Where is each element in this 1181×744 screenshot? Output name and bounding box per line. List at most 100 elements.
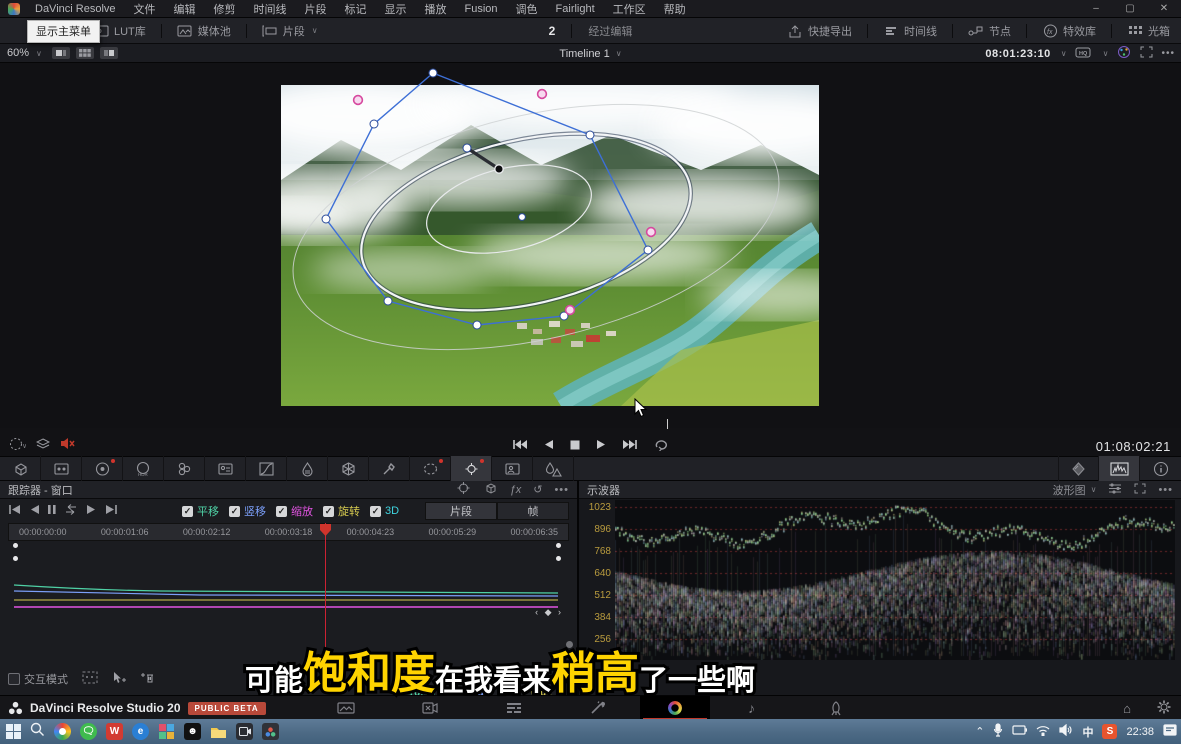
scope-settings-icon[interactable] [1108, 482, 1122, 497]
page-fairlight[interactable]: ♪ [710, 696, 794, 720]
clip-selector-button[interactable]: 片段 ∨ [255, 18, 325, 44]
notification-icon[interactable] [1163, 724, 1177, 739]
keyframes-icon[interactable] [1058, 456, 1099, 481]
davinci-taskbar-icon[interactable] [262, 723, 279, 740]
menu-playback[interactable]: 播放 [416, 0, 456, 18]
minimize-button[interactable]: – [1079, 0, 1113, 18]
keyframe-dot[interactable] [13, 543, 18, 548]
search-icon[interactable] [30, 722, 45, 742]
wechat-icon[interactable]: 🗨 [80, 723, 97, 740]
checkbox-pan[interactable]: ✓平移 [182, 503, 219, 519]
panel-scrollbar-dot[interactable] [566, 641, 573, 648]
go-to-start-icon[interactable] [512, 439, 528, 453]
track-to-start-icon[interactable] [8, 504, 22, 518]
effects-library-button[interactable]: fx 特效库 [1035, 18, 1103, 44]
page-media[interactable] [304, 696, 388, 720]
file-explorer-icon[interactable] [210, 723, 227, 740]
blur-icon[interactable] [533, 456, 574, 481]
tracker-graph[interactable]: ‹ ◆ › 10.10 28.25 0.96 0.01 [0, 541, 577, 662]
more-options-icon[interactable]: ••• [1161, 48, 1175, 59]
tracker-ruler[interactable]: 00:00:00:00 00:00:01:06 00:00:02:12 00:0… [8, 523, 569, 541]
menu-fairlight[interactable]: Fairlight [547, 0, 604, 18]
power-window-overlay[interactable] [281, 67, 819, 397]
play-icon[interactable] [596, 439, 606, 453]
proxy-quality-icon[interactable]: HQ [1075, 46, 1093, 62]
scope-expand-icon[interactable] [1134, 483, 1146, 497]
obs-icon[interactable]: ☻ [184, 723, 201, 740]
fullscreen-icon[interactable] [1140, 46, 1153, 61]
scopes-icon[interactable] [1099, 456, 1140, 481]
browser-icon[interactable] [54, 723, 71, 740]
start-button[interactable] [6, 724, 21, 739]
color-match-icon[interactable] [41, 456, 82, 481]
quick-export-button[interactable]: 快捷导出 [780, 18, 859, 44]
stop-icon[interactable] [570, 439, 580, 453]
wifi-icon[interactable] [1036, 725, 1050, 739]
microphone-icon[interactable] [993, 723, 1003, 740]
enhance-icon[interactable] [1116, 45, 1132, 62]
keyframe-nav[interactable]: ‹ ◆ › [535, 607, 563, 618]
keyframe-dot[interactable] [13, 556, 18, 561]
menu-clip[interactable]: 片段 [296, 0, 336, 18]
clip-mode-button[interactable]: 片段 [425, 502, 497, 520]
page-fusion[interactable] [556, 696, 640, 720]
nodes-panel-button[interactable]: 节点 [961, 18, 1018, 44]
maximize-button[interactable]: ▢ [1113, 0, 1147, 18]
color-slice-icon[interactable] [164, 456, 205, 481]
page-edit[interactable] [472, 696, 556, 720]
display-icon[interactable] [1012, 725, 1027, 739]
capture-icon[interactable] [236, 723, 253, 740]
magic-mask-icon[interactable] [492, 456, 533, 481]
track-forward-icon[interactable] [86, 504, 96, 518]
blue-browser-icon[interactable]: e [132, 723, 149, 740]
close-button[interactable]: ✕ [1147, 0, 1181, 18]
tracker-icon[interactable] [451, 456, 492, 481]
frame-mode-button[interactable]: 帧 [497, 502, 569, 520]
page-deliver[interactable] [794, 696, 878, 720]
checkbox-rotate[interactable]: ✓旋转 [323, 503, 360, 519]
add-point-cursor-icon[interactable] [112, 671, 126, 687]
marquee-select-icon[interactable] [82, 671, 98, 687]
ime-indicator[interactable]: 中 [1082, 724, 1093, 740]
video-frame[interactable] [281, 85, 819, 406]
camera-3d-icon[interactable] [483, 482, 498, 498]
menu-mark[interactable]: 标记 [336, 0, 376, 18]
menu-fusion[interactable]: Fusion [456, 0, 507, 18]
menu-trim[interactable]: 修剪 [205, 0, 245, 18]
delete-point-icon[interactable] [140, 671, 154, 687]
qualifier-icon[interactable] [287, 456, 328, 481]
waveform-display[interactable] [615, 500, 1175, 660]
scope-options-icon[interactable]: ••• [1158, 484, 1173, 496]
menu-edit[interactable]: 编辑 [165, 0, 205, 18]
wps-icon[interactable]: W [106, 723, 123, 740]
page-cut[interactable] [388, 696, 472, 720]
settings-gear-icon[interactable] [1157, 700, 1171, 717]
info-icon[interactable] [1140, 456, 1181, 481]
camera-raw-icon[interactable] [0, 456, 41, 481]
track-reverse-icon[interactable] [30, 504, 40, 518]
sogou-icon[interactable]: S [1102, 724, 1117, 739]
tracker-playhead-pin[interactable] [319, 523, 332, 537]
checkbox-3d[interactable]: ✓3D [370, 505, 399, 517]
checkbox-tilt[interactable]: ✓竖移 [229, 503, 266, 519]
menu-file[interactable]: 文件 [125, 0, 165, 18]
keyframe-dot[interactable] [556, 543, 561, 548]
viewer-timecode[interactable]: 08:01:23:10 [985, 48, 1050, 60]
volume-icon[interactable] [1059, 724, 1073, 739]
menu-color[interactable]: 调色 [507, 0, 547, 18]
scope-mode-select[interactable]: 波形图∨ [1053, 482, 1097, 498]
eyedropper-icon[interactable] [369, 456, 410, 481]
pause-icon[interactable] [48, 504, 56, 518]
track-bidirectional-icon[interactable] [64, 504, 78, 518]
hdr-icon[interactable]: HDR [123, 456, 164, 481]
menu-help[interactable]: 帮助 [655, 0, 695, 18]
motion-effects-icon[interactable] [205, 456, 246, 481]
menu-timeline[interactable]: 时间线 [245, 0, 296, 18]
keyframe-dot[interactable] [556, 556, 561, 561]
curves-icon[interactable] [246, 456, 287, 481]
power-window-icon[interactable] [410, 456, 451, 481]
menu-workspace[interactable]: 工作区 [604, 0, 655, 18]
fx-small-icon[interactable]: ƒx [510, 484, 522, 496]
lightbox-button[interactable]: 光箱 [1120, 18, 1177, 44]
menu-app[interactable]: DaVinci Resolve [26, 0, 125, 18]
